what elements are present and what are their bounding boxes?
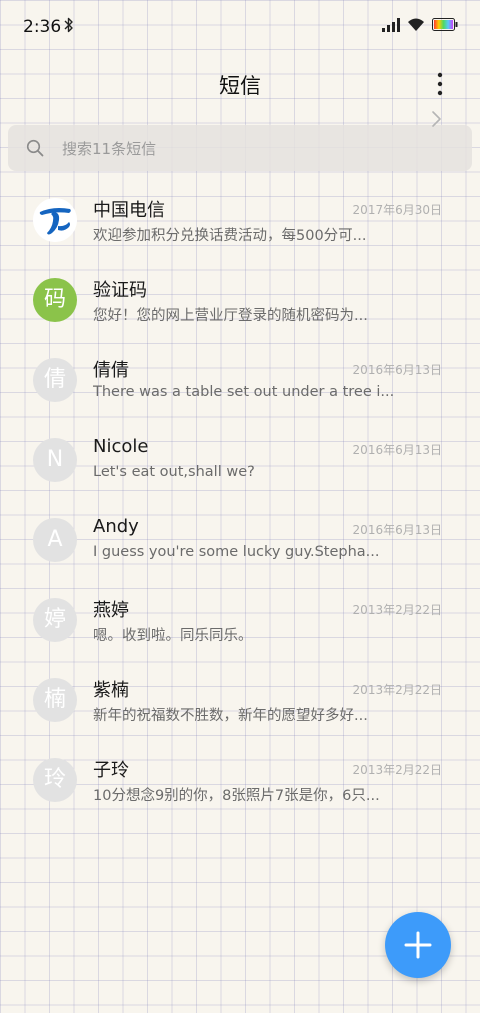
bluetooth-icon	[64, 17, 73, 33]
conversation-name: 中国电信	[93, 200, 165, 221]
conversation-preview: 您好！您的网上营业厅登录的随机密码为...	[93, 308, 368, 324]
conversation-preview: 嗯。收到啦。同乐同乐。	[93, 628, 253, 644]
conversation-date: 2013年2月22日	[352, 683, 442, 697]
conversation-item-yanting[interactable]: 婷 燕婷 2013年2月22日 嗯。收到啦。同乐同乐。	[0, 580, 480, 660]
signal-icon	[382, 18, 400, 32]
conversation-date: 2016年6月13日	[352, 443, 442, 457]
conversation-name: 倩倩	[93, 360, 129, 381]
avatar	[33, 198, 77, 242]
conversation-name: 燕婷	[93, 600, 129, 621]
chevron-right-icon[interactable]	[431, 110, 443, 128]
avatar: 倩	[33, 358, 77, 402]
search-input[interactable]: 搜索11条短信	[8, 125, 472, 171]
more-vert-icon[interactable]	[430, 71, 450, 97]
avatar: 码	[33, 278, 77, 322]
avatar: 楠	[33, 678, 77, 722]
search-icon	[26, 139, 44, 157]
conversation-date: 2016年6月13日	[352, 523, 442, 537]
conversation-preview: There was a table set out under a tree i…	[93, 384, 393, 400]
conversation-preview: Let's eat out,shall we?	[93, 464, 255, 480]
conversation-name: 子玲	[93, 760, 129, 781]
conversation-preview: 欢迎参加积分兑换话费活动，每500分可...	[93, 228, 367, 244]
avatar: 婷	[33, 598, 77, 642]
conversation-preview: I guess you're some lucky guy.Stepha...	[93, 544, 380, 560]
avatar: N	[33, 438, 77, 482]
conversation-date: 2013年2月22日	[352, 763, 442, 777]
conversation-name: Andy	[93, 516, 139, 537]
page-title: 短信	[219, 74, 261, 98]
wifi-icon	[408, 18, 424, 31]
status-time: 2:36	[23, 17, 62, 37]
conversation-item-nicole[interactable]: N Nicole 2016年6月13日 Let's eat out,shall …	[0, 420, 480, 500]
conversation-item-verification-code[interactable]: 码 验证码 您好！您的网上营业厅登录的随机密码为...	[0, 260, 480, 340]
search-placeholder: 搜索11条短信	[62, 140, 157, 158]
conversation-date: 2016年6月13日	[352, 363, 442, 377]
conversation-item-china-telecom[interactable]: 中国电信 2017年6月30日 欢迎参加积分兑换话费活动，每500分可...	[0, 180, 480, 260]
conversation-list: 中国电信 2017年6月30日 欢迎参加积分兑换话费活动，每500分可... 码…	[0, 180, 480, 820]
conversation-item-zinan[interactable]: 楠 紫楠 2013年2月22日 新年的祝福数不胜数，新年的愿望好多好...	[0, 660, 480, 740]
new-message-button[interactable]	[385, 912, 451, 978]
conversation-item-andy[interactable]: A Andy 2016年6月13日 I guess you're some lu…	[0, 500, 480, 580]
conversation-item-ziling[interactable]: 玲 子玲 2013年2月22日 10分想念9别的你，8张照片7张是你，6只...	[0, 740, 480, 820]
conversation-preview: 新年的祝福数不胜数，新年的愿望好多好...	[93, 708, 368, 724]
status-bar: 2:36	[0, 0, 480, 52]
china-telecom-logo-icon	[33, 198, 77, 242]
avatar: A	[33, 518, 77, 562]
conversation-name: 紫楠	[93, 680, 129, 701]
avatar: 玲	[33, 758, 77, 802]
conversation-name: 验证码	[93, 280, 147, 301]
battery-icon	[432, 18, 458, 31]
plus-icon	[404, 931, 432, 959]
conversation-date: 2013年2月22日	[352, 603, 442, 617]
conversation-item-qianqian[interactable]: 倩 倩倩 2016年6月13日 There was a table set ou…	[0, 340, 480, 420]
conversation-name: Nicole	[93, 436, 149, 457]
conversation-preview: 10分想念9别的你，8张照片7张是你，6只...	[93, 788, 380, 804]
conversation-date: 2017年6月30日	[352, 203, 442, 217]
